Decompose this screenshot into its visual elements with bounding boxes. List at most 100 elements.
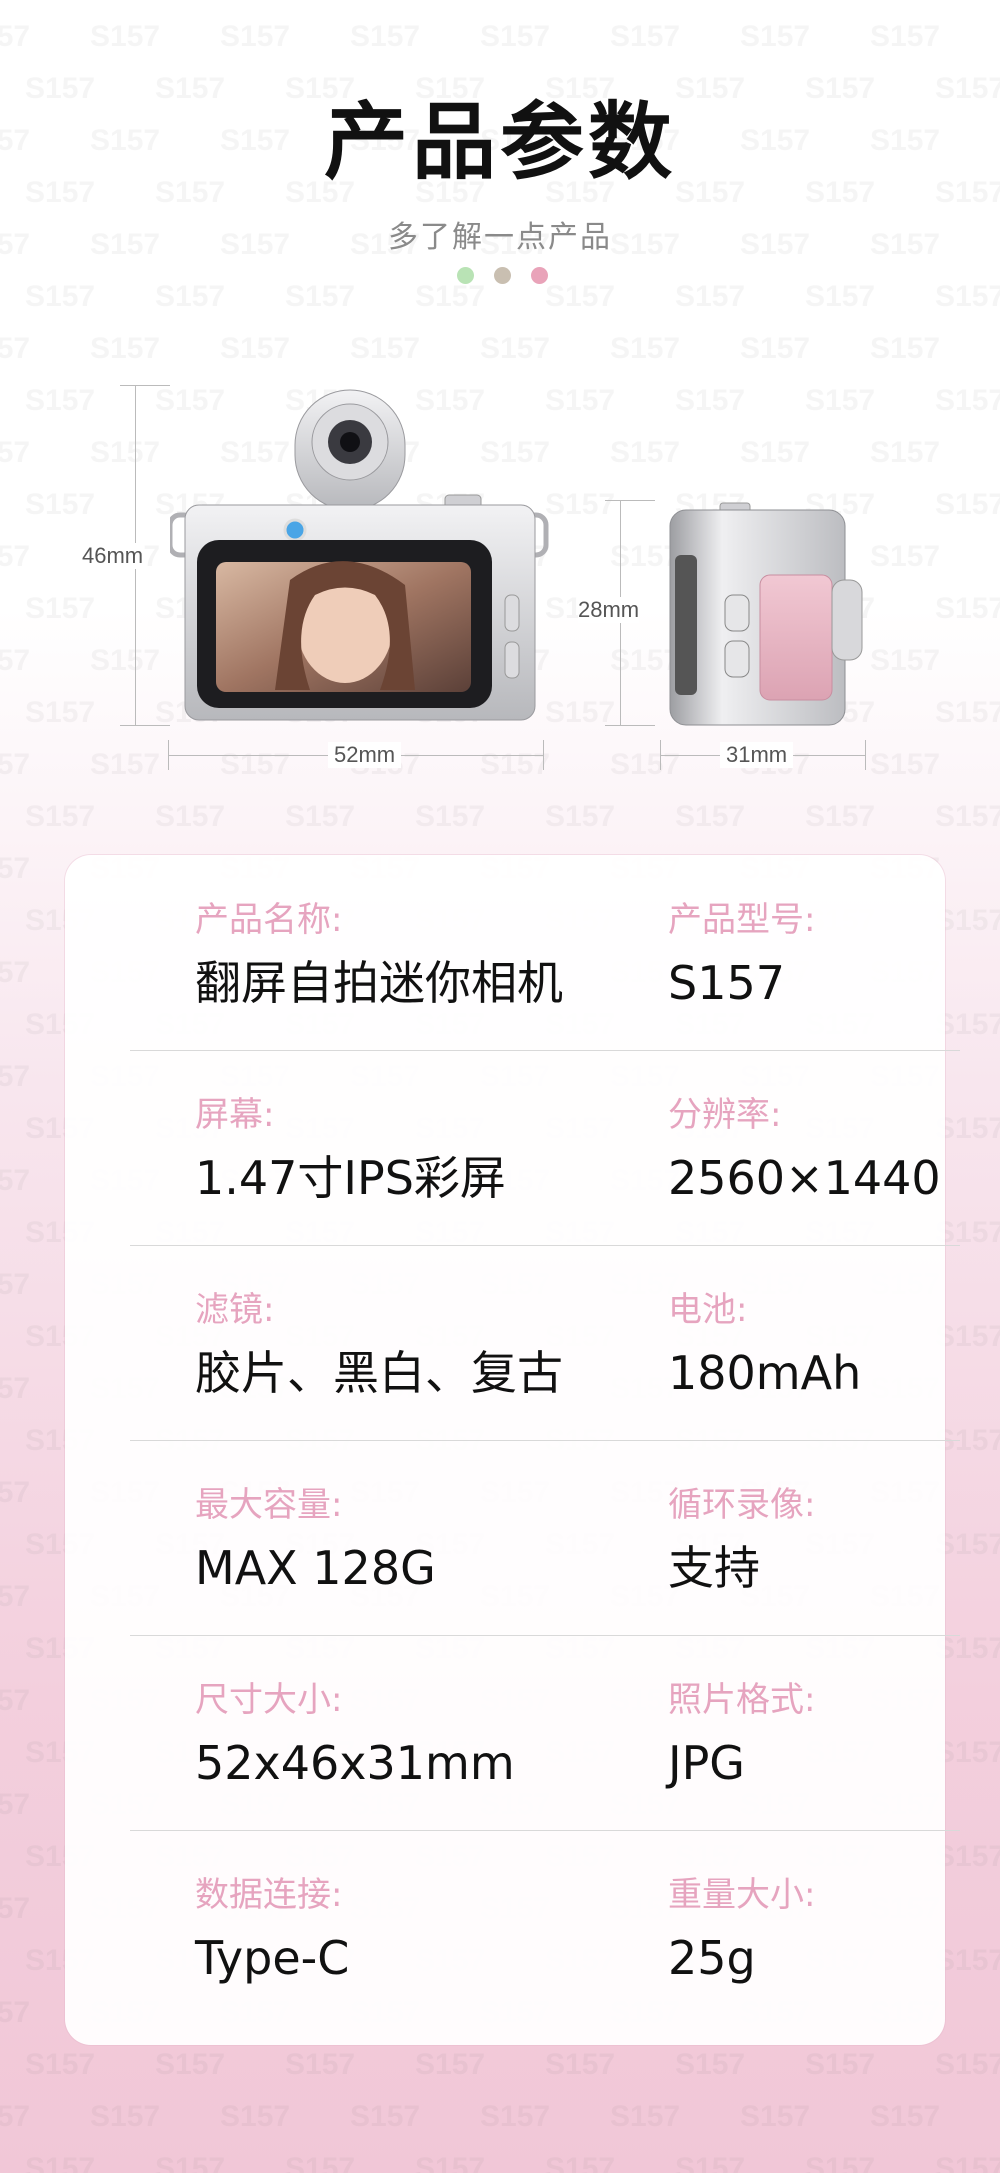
watermark-text: S157 [155, 280, 226, 313]
watermark-text: S157 [675, 800, 746, 833]
spec-value: Type-C [195, 1931, 350, 1985]
watermark-text: S157 [220, 332, 291, 365]
spec-cell: 数据连接: Type-C [195, 1830, 349, 1982]
watermark-text: S157 [805, 2048, 876, 2081]
watermark-text: S157 [610, 748, 681, 781]
spec-label: 最大容量: [195, 1485, 343, 1525]
spec-label: 产品名称: [195, 900, 343, 940]
spec-label: 产品型号: [668, 900, 816, 940]
camera-side-image [660, 495, 870, 730]
spec-value: 翻屏自拍迷你相机 [195, 956, 563, 1010]
watermark-text: S157 [870, 436, 941, 469]
side-width-tick-right [865, 740, 866, 770]
watermark-text: S157 [25, 696, 96, 729]
watermark-text: S157 [675, 280, 746, 313]
spec-value: 2560×1440 [668, 1151, 941, 1205]
watermark-text: S157 [545, 280, 616, 313]
watermark-text: S157 [545, 384, 616, 417]
watermark-text: S157 [0, 540, 31, 573]
spec-value: 25g [668, 1931, 756, 1985]
watermark-text: S157 [480, 332, 551, 365]
watermark-text: S157 [90, 2100, 161, 2133]
spec-cell: 重量大小: 25g [668, 1830, 815, 1982]
watermark-text: S157 [90, 332, 161, 365]
watermark-text: S157 [220, 748, 291, 781]
watermark-text: S157 [220, 2100, 291, 2133]
spec-row: 屏幕: 1.47寸IPS彩屏 分辨率: 2560×1440 [130, 1050, 960, 1246]
watermark-text: S157 [285, 2048, 356, 2081]
spec-cell: 电池: 180mAh [668, 1245, 861, 1397]
watermark-text: S157 [480, 2100, 551, 2133]
dot-beige [494, 267, 511, 284]
spec-label: 数据连接: [195, 1875, 343, 1915]
spec-value: 胶片、黑白、复古 [195, 1346, 563, 1400]
watermark-text: S157 [0, 1268, 31, 1301]
watermark-text: S157 [90, 20, 161, 53]
watermark-text: S157 [610, 20, 681, 53]
spec-label: 滤镜: [195, 1290, 275, 1330]
spec-row: 最大容量: MAX 128G 循环录像: 支持 [130, 1440, 960, 1636]
watermark-text: S157 [25, 2152, 96, 2173]
watermark-text: S157 [870, 540, 941, 573]
watermark-text: S157 [935, 696, 1000, 729]
front-height-tick-top [120, 385, 170, 386]
watermark-text: S157 [90, 436, 161, 469]
watermark-text: S157 [0, 1580, 31, 1613]
watermark-text: S157 [675, 2048, 746, 2081]
front-width-tick-left [168, 740, 169, 770]
dot-pink [531, 267, 548, 284]
dot-green [457, 267, 474, 284]
watermark-text: S157 [25, 384, 96, 417]
watermark-text: S157 [870, 20, 941, 53]
watermark-text: S157 [415, 800, 486, 833]
spec-value: JPG [668, 1736, 745, 1790]
spec-value: S157 [668, 956, 785, 1010]
front-height-label: 46mm [82, 543, 144, 569]
watermark-text: S157 [740, 20, 811, 53]
spec-cell: 滤镜: 胶片、黑白、复古 [195, 1245, 563, 1397]
watermark-text: S157 [870, 644, 941, 677]
front-width-label: 52mm [328, 742, 402, 768]
watermark-text: S157 [285, 800, 356, 833]
spec-cell: 分辨率: 2560×1440 [668, 1050, 941, 1202]
spec-label: 照片格式: [668, 1680, 816, 1720]
spec-cell: 屏幕: 1.47寸IPS彩屏 [195, 1050, 506, 1202]
watermark-text: S157 [805, 800, 876, 833]
spec-label: 电池: [668, 1290, 748, 1330]
page-subtitle: 多了解一点产品 [388, 220, 612, 255]
page-title: 产品参数 [323, 93, 676, 191]
watermark-text: S157 [25, 280, 96, 313]
watermark-text: S157 [935, 2048, 1000, 2081]
spec-label: 重量大小: [668, 1875, 816, 1915]
spec-value: MAX 128G [195, 1541, 436, 1595]
watermark-text: S157 [0, 2100, 31, 2133]
watermark-text: S157 [545, 800, 616, 833]
spec-label: 尺寸大小: [195, 1680, 343, 1720]
watermark-text: S157 [90, 748, 161, 781]
watermark-text: S157 [805, 384, 876, 417]
spec-cell: 最大容量: MAX 128G [195, 1440, 436, 1592]
spec-value: 180mAh [668, 1346, 862, 1400]
watermark-text: S157 [675, 2152, 746, 2173]
side-width-tick-left [660, 740, 661, 770]
side-height-label: 28mm [578, 597, 640, 623]
spec-cell: 尺寸大小: 52x46x31mm [195, 1635, 515, 1787]
watermark-text: S157 [545, 2152, 616, 2173]
page-header: 产品参数 多了解一点产品 [0, 100, 1000, 256]
watermark-text: S157 [935, 488, 1000, 521]
watermark-text: S157 [285, 280, 356, 313]
watermark-text: S157 [0, 1164, 31, 1197]
watermark-text: S157 [675, 384, 746, 417]
watermark-text: S157 [740, 2100, 811, 2133]
watermark-text: S157 [220, 20, 291, 53]
spec-row: 滤镜: 胶片、黑白、复古 电池: 180mAh [130, 1245, 960, 1441]
spec-label: 屏幕: [195, 1095, 275, 1135]
spec-card: 产品名称: 翻屏自拍迷你相机 产品型号: S157 屏幕: 1.47寸IPS彩屏… [65, 855, 960, 2045]
watermark-text: S157 [155, 800, 226, 833]
watermark-text: S157 [90, 644, 161, 677]
watermark-text: S157 [805, 2152, 876, 2173]
watermark-text: S157 [0, 20, 31, 53]
spec-row: 产品名称: 翻屏自拍迷你相机 产品型号: S157 [130, 855, 960, 1051]
watermark-text: S157 [25, 800, 96, 833]
watermark-text: S157 [0, 332, 31, 365]
